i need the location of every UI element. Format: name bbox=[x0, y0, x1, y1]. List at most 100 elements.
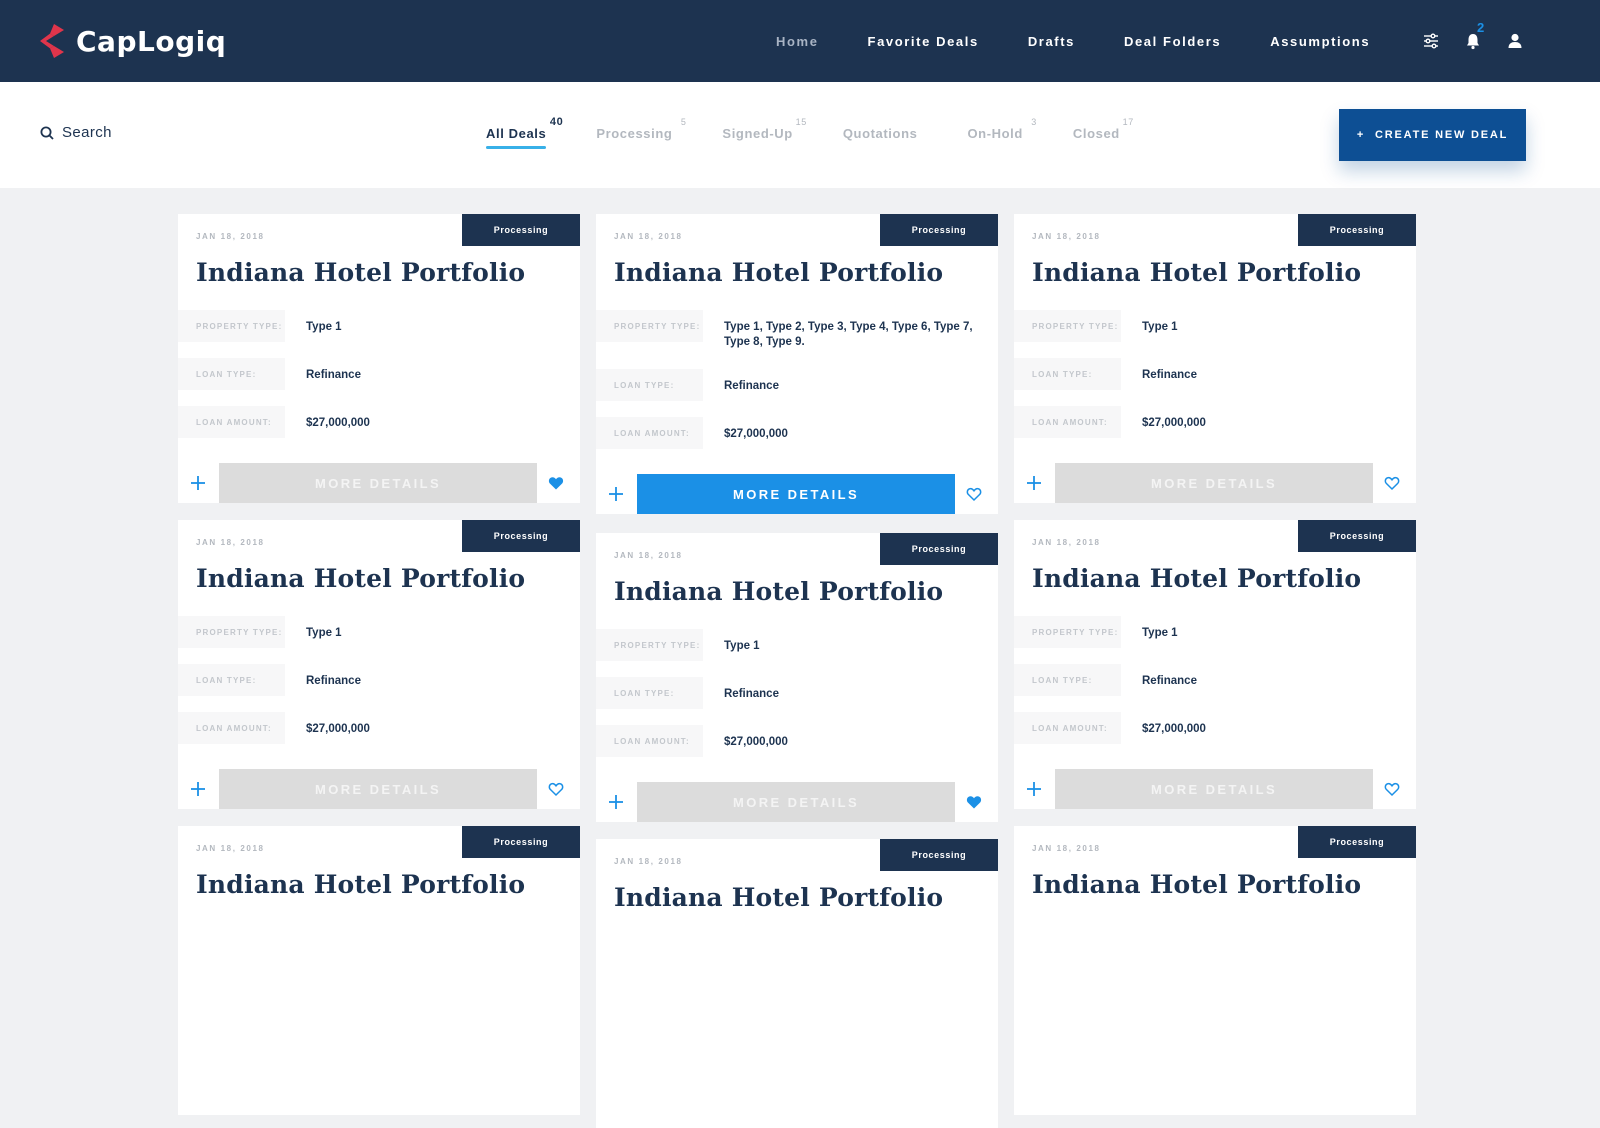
loan-amount-value: $27,000,000 bbox=[724, 736, 788, 748]
tab-label: Processing bbox=[596, 126, 673, 141]
tab-label: Quotations bbox=[842, 126, 918, 141]
filter-bar: Search All Deals 40 Processing 5 Signed-… bbox=[0, 82, 1600, 188]
deal-title[interactable]: Indiana Hotel Portfolio bbox=[196, 258, 525, 287]
search-field[interactable]: Search bbox=[40, 124, 112, 141]
loan-type-label: LOAN TYPE: bbox=[1014, 358, 1121, 390]
loan-amount-value: $27,000,000 bbox=[1142, 417, 1206, 429]
property-type-row: PROPERTY TYPE: Type 1 bbox=[596, 629, 998, 661]
deal-date: JAN 18, 2018 bbox=[196, 538, 265, 547]
status-badge: Processing bbox=[1298, 826, 1416, 858]
add-icon[interactable] bbox=[188, 473, 208, 493]
add-icon[interactable] bbox=[188, 779, 208, 799]
status-badge: Processing bbox=[462, 520, 580, 552]
property-type-row: PROPERTY TYPE: Type 1 bbox=[1014, 616, 1416, 648]
deal-title[interactable]: Indiana Hotel Portfolio bbox=[196, 564, 525, 593]
more-details-button[interactable]: MORE DETAILS bbox=[637, 474, 955, 514]
deal-card[interactable]: JAN 18, 2018 Processing Indiana Hotel Port… bbox=[178, 826, 580, 1115]
plus-icon: + bbox=[1356, 129, 1366, 141]
deal-card[interactable]: JAN 18, 2018 Processing Indiana Hotel Port… bbox=[1014, 214, 1416, 503]
loan-amount-value: $27,000,000 bbox=[724, 428, 788, 440]
status-badge: Processing bbox=[462, 214, 580, 246]
add-icon[interactable] bbox=[1024, 779, 1044, 799]
tab-closed[interactable]: Closed 17 bbox=[1072, 117, 1133, 141]
property-type-row: PROPERTY TYPE: Type 1 bbox=[178, 310, 580, 342]
tab-all-deals[interactable]: All Deals 40 bbox=[486, 116, 563, 149]
loan-amount-row: LOAN AMOUNT: $27,000,000 bbox=[1014, 406, 1416, 438]
deal-card[interactable]: JAN 18, 2018 Processing Indiana Hotel Port… bbox=[596, 839, 998, 1128]
status-badge: Processing bbox=[880, 533, 998, 565]
filter-sliders-icon[interactable] bbox=[1422, 32, 1440, 50]
deal-title[interactable]: Indiana Hotel Portfolio bbox=[1032, 870, 1361, 899]
tab-count: 5 bbox=[680, 117, 687, 127]
deal-title[interactable]: Indiana Hotel Portfolio bbox=[1032, 564, 1361, 593]
nav-deal-folders[interactable]: Deal Folders bbox=[1124, 34, 1221, 49]
deal-title[interactable]: Indiana Hotel Portfolio bbox=[614, 883, 943, 912]
status-badge: Processing bbox=[880, 839, 998, 871]
heart-filled-icon[interactable] bbox=[966, 794, 982, 810]
loan-amount-label: LOAN AMOUNT: bbox=[178, 406, 285, 438]
heart-outline-icon[interactable] bbox=[966, 486, 982, 502]
add-icon[interactable] bbox=[606, 484, 626, 504]
loan-amount-value: $27,000,000 bbox=[306, 417, 370, 429]
property-type-value: Type 1, Type 2, Type 3, Type 4, Type 6, … bbox=[724, 321, 973, 348]
more-details-button[interactable]: MORE DETAILS bbox=[219, 463, 537, 503]
more-details-button[interactable]: MORE DETAILS bbox=[637, 782, 955, 822]
loan-amount-value: $27,000,000 bbox=[306, 723, 370, 735]
property-type-row: PROPERTY TYPE: Type 1, Type 2, Type 3, Ty… bbox=[596, 310, 998, 348]
user-icon[interactable] bbox=[1506, 32, 1524, 50]
deal-card[interactable]: JAN 18, 2018 Processing Indiana Hotel Port… bbox=[1014, 520, 1416, 809]
deal-title[interactable]: Indiana Hotel Portfolio bbox=[614, 258, 943, 287]
nav-home[interactable]: Home bbox=[776, 34, 819, 49]
deal-card[interactable]: JAN 18, 2018 Processing Indiana Hotel Port… bbox=[178, 520, 580, 809]
deal-title[interactable]: Indiana Hotel Portfolio bbox=[196, 870, 525, 899]
heart-filled-icon[interactable] bbox=[548, 475, 564, 491]
bell-icon[interactable]: 2 bbox=[1464, 20, 1484, 50]
status-badge: Processing bbox=[880, 214, 998, 246]
tab-count: 15 bbox=[795, 117, 807, 127]
more-details-button[interactable]: MORE DETAILS bbox=[1055, 769, 1373, 809]
tab-on-hold[interactable]: On-Hold 3 bbox=[967, 117, 1036, 141]
loan-type-row: LOAN TYPE: Refinance bbox=[1014, 664, 1416, 696]
deal-title[interactable]: Indiana Hotel Portfolio bbox=[1032, 258, 1361, 287]
add-icon[interactable] bbox=[606, 792, 626, 812]
loan-type-label: LOAN TYPE: bbox=[596, 369, 703, 401]
loan-amount-row: LOAN AMOUNT: $27,000,000 bbox=[1014, 712, 1416, 744]
create-new-deal-button[interactable]: + CREATE NEW DEAL bbox=[1339, 109, 1526, 161]
property-type-value: Type 1 bbox=[1142, 627, 1178, 639]
tab-signed-up[interactable]: Signed-Up 15 bbox=[722, 117, 806, 141]
brand-logo[interactable]: CapLogiq bbox=[40, 24, 226, 58]
property-type-value: Type 1 bbox=[724, 640, 760, 652]
card-actions: MORE DETAILS bbox=[178, 463, 580, 503]
property-type-label: PROPERTY TYPE: bbox=[178, 616, 285, 648]
property-type-value: Type 1 bbox=[306, 627, 342, 639]
deal-card[interactable]: JAN 18, 2018 Processing Indiana Hotel Port… bbox=[178, 214, 580, 503]
nav-favorite-deals[interactable]: Favorite Deals bbox=[868, 34, 979, 49]
search-label: Search bbox=[62, 124, 112, 141]
status-badge: Processing bbox=[1298, 214, 1416, 246]
loan-type-label: LOAN TYPE: bbox=[178, 664, 285, 696]
tab-label: Closed bbox=[1072, 126, 1120, 141]
nav-drafts[interactable]: Drafts bbox=[1028, 34, 1075, 49]
tab-quotations[interactable]: Quotations bbox=[843, 126, 918, 141]
deal-title[interactable]: Indiana Hotel Portfolio bbox=[614, 577, 943, 606]
property-type-label: PROPERTY TYPE: bbox=[596, 310, 703, 342]
tab-processing[interactable]: Processing 5 bbox=[596, 117, 686, 141]
deal-card[interactable]: JAN 18, 2018 Processing Indiana Hotel Port… bbox=[1014, 826, 1416, 1115]
loan-amount-row: LOAN AMOUNT: $27,000,000 bbox=[178, 712, 580, 744]
loan-amount-label: LOAN AMOUNT: bbox=[596, 417, 703, 449]
heart-outline-icon[interactable] bbox=[1384, 781, 1400, 797]
nav-assumptions[interactable]: Assumptions bbox=[1270, 34, 1370, 49]
heart-outline-icon[interactable] bbox=[548, 781, 564, 797]
add-icon[interactable] bbox=[1024, 473, 1044, 493]
loan-amount-row: LOAN AMOUNT: $27,000,000 bbox=[596, 725, 998, 757]
loan-type-label: LOAN TYPE: bbox=[596, 677, 703, 709]
deal-card[interactable]: JAN 18, 2018 Processing Indiana Hotel Port… bbox=[596, 533, 998, 822]
deal-card[interactable]: JAN 18, 2018 Processing Indiana Hotel Port… bbox=[596, 214, 998, 514]
heart-outline-icon[interactable] bbox=[1384, 475, 1400, 491]
more-details-button[interactable]: MORE DETAILS bbox=[1055, 463, 1373, 503]
deal-date: JAN 18, 2018 bbox=[614, 232, 683, 241]
search-icon bbox=[40, 126, 54, 140]
property-type-value: Type 1 bbox=[306, 321, 342, 333]
card-actions: MORE DETAILS bbox=[596, 474, 998, 514]
more-details-button[interactable]: MORE DETAILS bbox=[219, 769, 537, 809]
